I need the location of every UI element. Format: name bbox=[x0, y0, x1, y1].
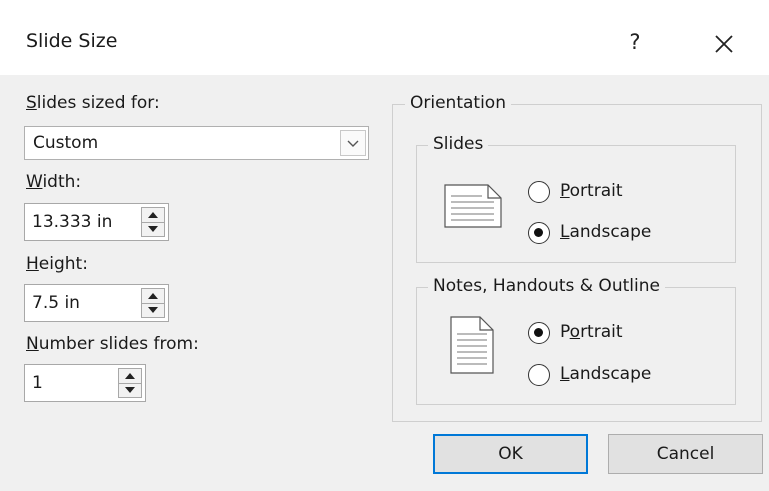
arrow-up-icon bbox=[148, 293, 158, 299]
height-spinner[interactable]: 7.5 in bbox=[24, 284, 169, 322]
radio-unselected-icon bbox=[528, 364, 550, 386]
close-icon bbox=[715, 35, 733, 53]
width-label: Width: bbox=[26, 172, 82, 192]
number-increment-button[interactable] bbox=[119, 369, 141, 383]
chevron-down-icon bbox=[347, 140, 359, 147]
help-button[interactable]: ? bbox=[620, 24, 650, 60]
arrow-down-icon bbox=[148, 226, 158, 232]
height-increment-button[interactable] bbox=[142, 289, 164, 303]
title-bar: Slide Size ? bbox=[0, 0, 769, 75]
slides-group-title: Slides bbox=[428, 134, 489, 154]
height-label: Height: bbox=[26, 254, 88, 274]
slides-sized-for-value: Custom bbox=[33, 133, 99, 153]
landscape-page-icon bbox=[444, 184, 502, 228]
notes-portrait-radio[interactable]: Portrait bbox=[528, 322, 658, 346]
notes-landscape-radio[interactable]: Landscape bbox=[528, 364, 688, 388]
number-decrement-button[interactable] bbox=[119, 383, 141, 398]
arrow-up-icon bbox=[148, 212, 158, 218]
height-decrement-button[interactable] bbox=[142, 303, 164, 318]
slides-landscape-radio[interactable]: Landscape bbox=[528, 222, 688, 246]
number-spin-buttons bbox=[118, 368, 142, 398]
notes-landscape-label: Landscape bbox=[560, 364, 652, 384]
radio-unselected-icon bbox=[528, 181, 550, 203]
number-slides-from-spinner[interactable]: 1 bbox=[24, 364, 146, 402]
radio-selected-icon bbox=[528, 222, 550, 244]
radio-selected-icon bbox=[528, 322, 550, 344]
slide-size-dialog: Slide Size ? Slides sized for: Custom Wi… bbox=[0, 0, 769, 491]
notes-group-title: Notes, Handouts & Outline bbox=[428, 276, 665, 296]
number-slides-from-label: Number slides from: bbox=[26, 334, 199, 354]
slides-portrait-label: Portrait bbox=[560, 181, 623, 201]
ok-button[interactable]: OK bbox=[433, 434, 588, 474]
width-spinner[interactable]: 13.333 in bbox=[24, 203, 169, 241]
slides-portrait-radio[interactable]: Portrait bbox=[528, 181, 658, 205]
width-decrement-button[interactable] bbox=[142, 222, 164, 237]
height-spin-buttons bbox=[141, 288, 165, 318]
close-button[interactable] bbox=[704, 24, 744, 64]
width-increment-button[interactable] bbox=[142, 208, 164, 222]
dialog-title: Slide Size bbox=[26, 30, 118, 52]
number-slides-from-value[interactable]: 1 bbox=[32, 373, 43, 393]
portrait-page-icon bbox=[450, 316, 494, 374]
slides-landscape-label: Landscape bbox=[560, 222, 652, 242]
slides-sized-for-label: Slides sized for: bbox=[26, 93, 160, 113]
arrow-down-icon bbox=[125, 387, 135, 393]
width-spin-buttons bbox=[141, 207, 165, 237]
arrow-up-icon bbox=[125, 373, 135, 379]
height-value[interactable]: 7.5 in bbox=[32, 293, 80, 313]
orientation-group-title: Orientation bbox=[405, 93, 511, 113]
cancel-button[interactable]: Cancel bbox=[608, 434, 763, 474]
dropdown-arrow[interactable] bbox=[340, 130, 366, 156]
arrow-down-icon bbox=[148, 307, 158, 313]
slides-sized-for-dropdown[interactable]: Custom bbox=[24, 126, 369, 160]
width-value[interactable]: 13.333 in bbox=[32, 212, 112, 232]
notes-portrait-label: Portrait bbox=[560, 322, 623, 342]
